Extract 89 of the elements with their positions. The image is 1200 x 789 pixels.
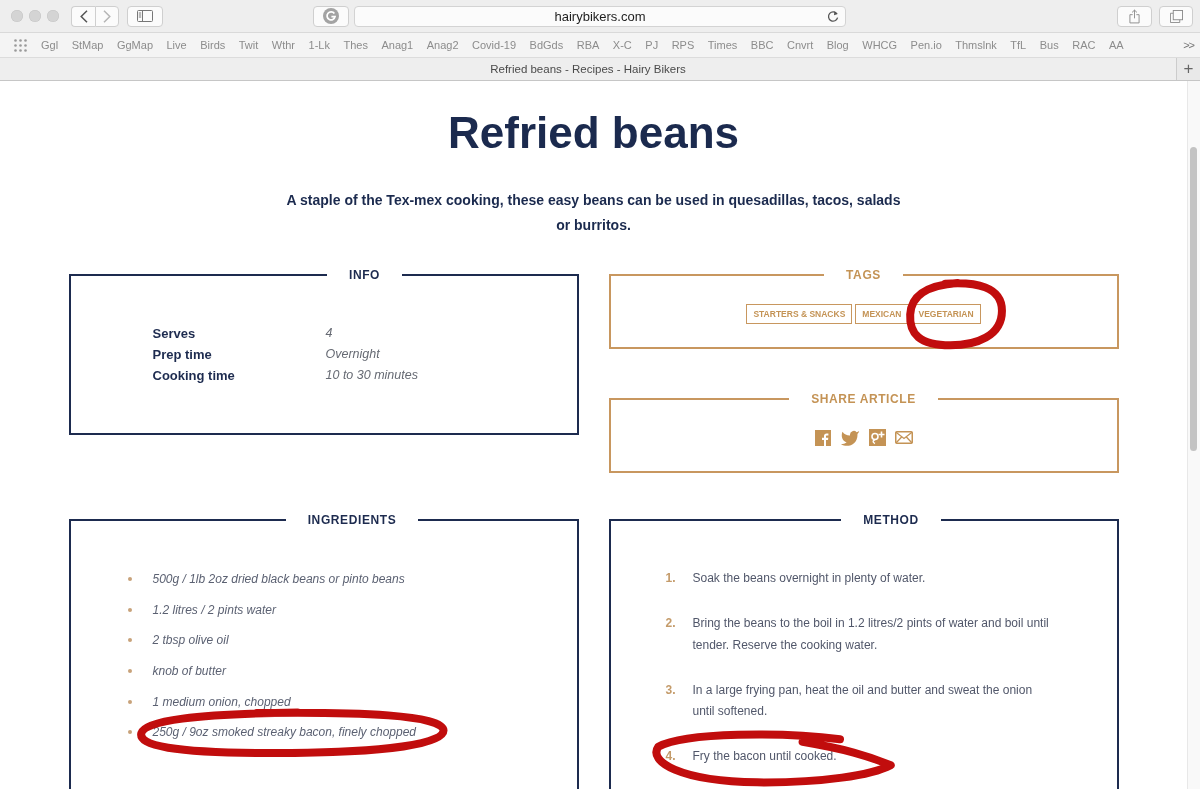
bookmark-link[interactable]: Anag2 xyxy=(426,39,459,51)
bookmark-link[interactable]: Birds xyxy=(200,39,226,51)
section-heading: INFO xyxy=(348,268,381,282)
recipe-title: Refried beans xyxy=(447,107,740,159)
section-heading: INGREDIENTS xyxy=(307,513,397,527)
bookmark-link[interactable]: WHCG xyxy=(862,39,898,51)
tag-link[interactable]: MEXICAN xyxy=(855,304,909,324)
bookmark-link[interactable]: GgMap xyxy=(116,39,153,51)
two-squares-icon xyxy=(1169,9,1183,23)
bullet-icon xyxy=(127,669,132,674)
section-heading: SHARE ARTICLE xyxy=(811,392,916,406)
bookmark-link[interactable]: Bus xyxy=(1039,39,1059,51)
ingredient-text: 1.2 litres / 2 pints water xyxy=(152,601,276,619)
envelope-icon[interactable] xyxy=(894,431,913,444)
bullet-icon xyxy=(127,577,132,582)
info-value: 10 to 30 minutes xyxy=(325,367,419,384)
bookmark-link[interactable]: Anag1 xyxy=(381,39,414,51)
step-number: 2. xyxy=(665,615,677,632)
zoom-window-icon[interactable] xyxy=(47,10,59,22)
ingredient-text: 2 tbsp olive oil xyxy=(152,632,229,650)
bookmark-link[interactable]: Blog xyxy=(826,39,849,51)
bird-icon[interactable] xyxy=(839,429,860,446)
step-text: Fry the bacon until cooked. xyxy=(692,748,837,765)
bookmark-link[interactable]: RPS xyxy=(671,39,695,51)
bookmark-link[interactable]: Pen.io xyxy=(910,39,942,51)
ingredient-text: knob of butter xyxy=(152,663,226,681)
bookmark-link[interactable]: 1-Lk xyxy=(308,39,330,51)
reload-icon[interactable] xyxy=(827,9,839,23)
bookmark-link[interactable]: Ggl xyxy=(41,39,59,51)
bookmark-link[interactable]: AA xyxy=(1108,39,1124,51)
bookmark-link[interactable]: X-C xyxy=(612,39,632,51)
info-label: Serves xyxy=(152,325,197,343)
facebook-icon[interactable] xyxy=(814,429,831,446)
scrollbar-track[interactable] xyxy=(1187,81,1200,789)
bookmark-link[interactable]: StMap xyxy=(71,39,104,51)
step-text: Bring the beans to the boil in 1.2 litres/2 pints of water and boil until tender. Reserve the cooking water. xyxy=(692,615,1050,654)
step-number: 1. xyxy=(665,570,677,587)
bookmark-link[interactable]: Covid-19 xyxy=(472,39,517,51)
new-tab-button[interactable]: + xyxy=(1176,58,1200,80)
share-icon xyxy=(1129,8,1140,24)
address-field[interactable]: hairybikers.com xyxy=(354,5,846,27)
bullet-icon xyxy=(127,699,132,704)
tabs-overview-button[interactable] xyxy=(1159,5,1193,27)
info-label: Cooking time xyxy=(152,367,236,385)
tab-title[interactable]: Refried beans - Recipes - Hairy Bikers xyxy=(0,63,1176,75)
bullet-icon xyxy=(127,730,132,735)
ingredient-text: 250g / 9oz smoked streaky bacon, finely chopped xyxy=(152,724,416,742)
more-bookmarks-button[interactable]: >> xyxy=(1183,39,1194,51)
step-number: 3. xyxy=(665,681,677,699)
bookmark-link[interactable]: PJ xyxy=(645,39,659,51)
sidebar-icon xyxy=(137,10,153,22)
ingredient-text: 500g / 1lb 2oz dried black beans or pinto beans xyxy=(152,571,405,589)
bookmark-link[interactable]: Wthr xyxy=(271,39,296,51)
chevron-left-icon xyxy=(79,9,88,23)
recipe-intro: A staple of the Tex-mex cooking, these easy beans can be used in quesadillas, tacos, salads or burritos. xyxy=(285,191,902,235)
back-button[interactable] xyxy=(71,5,95,27)
bookmark-link[interactable]: BBC xyxy=(750,39,774,51)
close-window-icon[interactable] xyxy=(11,10,23,22)
bookmark-link[interactable]: Thmslnk xyxy=(955,39,997,51)
bullet-icon xyxy=(127,638,132,643)
bookmark-link[interactable]: Times xyxy=(707,39,738,51)
info-label: Prep time xyxy=(152,346,213,364)
chevron-right-icon xyxy=(103,9,111,23)
scrollbar-thumb[interactable] xyxy=(1190,147,1197,451)
bookmark-link[interactable]: TfL xyxy=(1010,39,1027,51)
step-text: Soak the beans overnight in plenty of water. xyxy=(692,570,926,587)
step-number: 4. xyxy=(665,748,677,765)
bookmark-link[interactable]: Live xyxy=(166,39,187,51)
sidebar-button[interactable] xyxy=(127,5,163,27)
info-value: Overnight xyxy=(325,346,381,363)
share-button[interactable] xyxy=(1117,5,1152,27)
round-logo-icon xyxy=(323,8,339,24)
section-heading: TAGS xyxy=(846,268,881,282)
bookmark-link[interactable]: BdGds xyxy=(529,39,564,51)
bookmark-link[interactable]: Twit xyxy=(238,39,259,51)
dot-grid-icon[interactable] xyxy=(14,38,27,52)
ingredient-text: 1 medium onion, chopped xyxy=(152,693,291,711)
bookmark-link[interactable]: Thes xyxy=(343,39,368,51)
tag-link[interactable]: STARTERS & SNACKS xyxy=(746,304,853,324)
g-plus-icon[interactable] xyxy=(868,429,886,446)
minimize-window-icon[interactable] xyxy=(29,10,41,22)
bookmark-link[interactable]: RAC xyxy=(1072,39,1096,51)
info-value: 4 xyxy=(325,325,334,342)
extension-button[interactable] xyxy=(313,5,349,27)
bullet-icon xyxy=(127,607,132,612)
step-text: In a large frying pan, heat the oil and butter and sweat the onion until softened. xyxy=(692,681,1034,720)
bookmark-link[interactable]: RBA xyxy=(576,39,600,51)
bookmark-link[interactable]: Cnvrt xyxy=(786,39,814,51)
section-heading: METHOD xyxy=(863,513,919,527)
